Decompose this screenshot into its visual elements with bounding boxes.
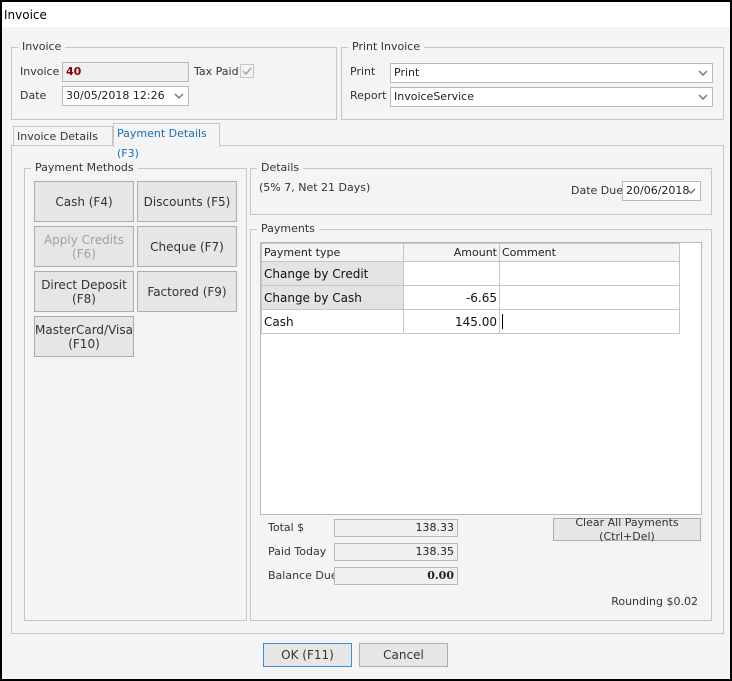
cancel-button-label: Cancel xyxy=(383,648,424,662)
discounts-button-label: Discounts (F5) xyxy=(143,194,231,209)
ok-button[interactable]: OK (F11) xyxy=(263,643,352,667)
date-due-value: 20/06/2018 xyxy=(626,184,690,197)
mastercard-visa-label-line1: MasterCard/Visa xyxy=(35,322,133,337)
comment-cell[interactable] xyxy=(499,261,680,286)
date-picker[interactable]: 30/05/2018 12:26 xyxy=(62,86,189,106)
invoice-dialog: Invoice Invoice Invoice 40 Tax Paid Date… xyxy=(0,0,732,681)
mastercard-visa-label-line2: (F10) xyxy=(68,336,100,351)
invoice-group-legend: Invoice xyxy=(18,40,66,54)
cheque-button-label: Cheque (F7) xyxy=(150,239,224,254)
tax-paid-label: Tax Paid xyxy=(194,65,239,78)
cancel-button[interactable]: Cancel xyxy=(359,643,448,667)
payment-type-cell[interactable]: Change by Credit xyxy=(261,261,404,286)
checkmark-icon xyxy=(242,67,252,76)
invoice-number-label: Invoice xyxy=(20,65,60,78)
payments-legend: Payments xyxy=(257,222,319,236)
total-value: 138.33 xyxy=(334,519,458,537)
cash-button[interactable]: Cash (F4) xyxy=(34,181,134,222)
balance-due-value: 0.00 xyxy=(334,567,458,585)
payment-terms: (5% 7, Net 21 Days) xyxy=(259,181,371,194)
print-select[interactable]: Print xyxy=(390,63,713,83)
report-select-value: InvoiceService xyxy=(394,90,474,103)
ok-button-label: OK (F11) xyxy=(281,648,334,662)
apply-credits-label-line2: (F6) xyxy=(72,246,96,261)
report-select[interactable]: InvoiceService xyxy=(390,87,713,107)
tab-payment-details[interactable]: Payment Details (F3) xyxy=(113,123,220,160)
tax-paid-checkbox[interactable] xyxy=(240,64,254,78)
invoice-number-value: 40 xyxy=(66,65,82,78)
amount-cell[interactable]: -6.65 xyxy=(403,285,500,310)
direct-deposit-label-line1: Direct Deposit xyxy=(41,277,127,292)
payments-grid[interactable]: Payment type Amount Comment Change by Cr… xyxy=(260,242,702,515)
chevron-down-icon xyxy=(698,91,708,103)
date-due-label: Date Due xyxy=(571,184,623,197)
window-title: Invoice xyxy=(2,2,730,27)
table-row[interactable]: Cash 145.00 xyxy=(261,309,680,334)
report-label: Report xyxy=(350,89,387,102)
discounts-button[interactable]: Discounts (F5) xyxy=(137,181,237,222)
print-invoice-group-legend: Print Invoice xyxy=(348,40,425,54)
cheque-button[interactable]: Cheque (F7) xyxy=(137,226,237,267)
balance-due-label: Balance Due xyxy=(268,569,338,582)
clear-all-payments-label: Clear All Payments (Ctrl+Del) xyxy=(575,515,679,543)
amount-cell[interactable] xyxy=(403,261,500,286)
direct-deposit-button[interactable]: Direct Deposit (F8) xyxy=(34,271,134,312)
date-value: 30/05/2018 12:26 xyxy=(66,89,165,102)
column-header-amount[interactable]: Amount xyxy=(403,243,500,262)
print-invoice-group: Print Invoice xyxy=(341,40,724,120)
factored-button-label: Factored (F9) xyxy=(147,284,227,299)
date-due-picker[interactable]: 20/06/2018 xyxy=(622,181,701,201)
print-select-value: Print xyxy=(394,66,420,79)
table-row[interactable]: Change by Credit xyxy=(261,261,680,286)
comment-cell-editing[interactable] xyxy=(499,309,680,334)
amount-cell[interactable]: 145.00 xyxy=(403,309,500,334)
invoice-number-field: 40 xyxy=(62,62,189,82)
chevron-down-icon xyxy=(686,185,696,197)
print-label: Print xyxy=(350,65,376,78)
apply-credits-button[interactable]: Apply Credits (F6) xyxy=(34,226,134,267)
direct-deposit-label-line2: (F8) xyxy=(72,291,96,306)
comment-cell[interactable] xyxy=(499,285,680,310)
paid-today-label: Paid Today xyxy=(268,545,327,558)
clear-all-payments-button[interactable]: Clear All Payments (Ctrl+Del) xyxy=(553,515,701,543)
mastercard-visa-button[interactable]: MasterCard/Visa (F10) xyxy=(34,316,134,357)
factored-button[interactable]: Factored (F9) xyxy=(137,271,237,312)
column-header-payment-type[interactable]: Payment type xyxy=(261,243,404,262)
payments-header-row: Payment type Amount Comment xyxy=(261,243,680,262)
apply-credits-label-line1: Apply Credits xyxy=(43,232,125,247)
chevron-down-icon xyxy=(698,67,708,79)
date-label: Date xyxy=(20,89,47,102)
details-legend: Details xyxy=(257,161,304,175)
column-header-comment[interactable]: Comment xyxy=(499,243,680,262)
table-row[interactable]: Change by Cash -6.65 xyxy=(261,285,680,310)
paid-today-value: 138.35 xyxy=(334,543,458,561)
cash-button-label: Cash (F4) xyxy=(55,194,113,209)
total-label: Total $ xyxy=(268,521,305,534)
rounding-label: Rounding $0.02 xyxy=(611,595,698,608)
text-caret xyxy=(502,314,503,329)
payment-type-cell[interactable]: Cash xyxy=(261,309,404,334)
payments-table: Payment type Amount Comment Change by Cr… xyxy=(261,243,680,334)
chevron-down-icon xyxy=(174,90,184,102)
invoice-group: Invoice xyxy=(11,40,337,120)
payment-type-cell[interactable]: Change by Cash xyxy=(261,285,404,310)
